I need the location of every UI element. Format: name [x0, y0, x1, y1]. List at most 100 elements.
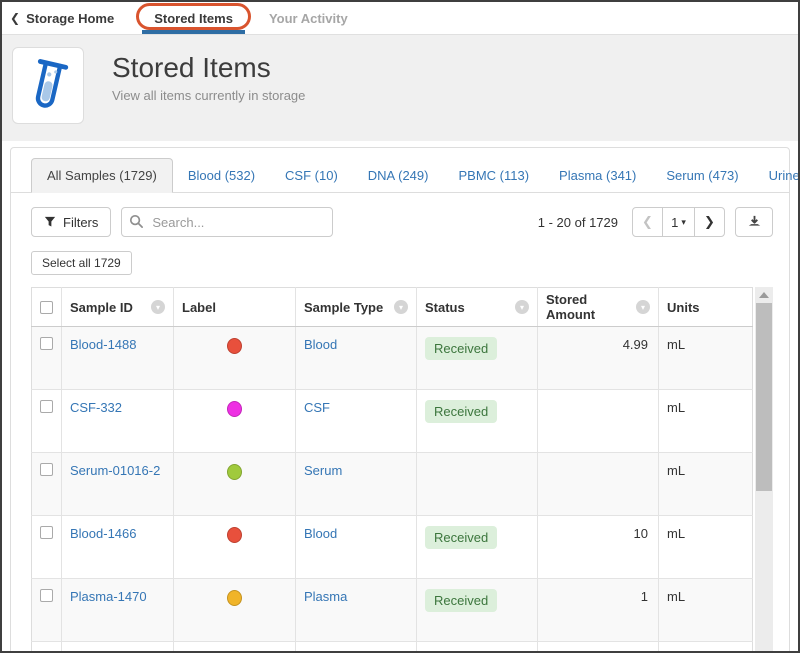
- column-label: Sample Type: [304, 300, 383, 315]
- grid-toolbar: Filters 1 - 20 of 1729 ❮ 1 ▾ ❯: [11, 193, 789, 237]
- scrollbar-thumb[interactable]: [756, 303, 772, 491]
- pagination-info: 1 - 20 of 1729: [538, 215, 618, 230]
- page-select-button[interactable]: 1 ▾: [663, 207, 694, 237]
- table-row: Blood-1488 Blood Received 4.99mL: [32, 327, 753, 390]
- top-navigation: ❮ Storage Home Stored Items Your Activit…: [2, 2, 798, 35]
- row-checkbox[interactable]: [40, 526, 53, 539]
- status-badge: Received: [425, 337, 497, 360]
- pagination-group: ❮ 1 ▾ ❯: [632, 207, 725, 237]
- row-checkbox[interactable]: [40, 589, 53, 602]
- units-value: mL: [659, 453, 753, 516]
- nav-tab-label: Your Activity: [269, 11, 348, 26]
- filters-button[interactable]: Filters: [31, 207, 111, 237]
- nav-tab-your-activity[interactable]: Your Activity: [265, 2, 352, 34]
- column-menu-chevron-icon[interactable]: ▾: [515, 300, 529, 314]
- tab-pbmc-113[interactable]: PBMC (113): [443, 159, 544, 192]
- stored-amount-value: 10: [538, 516, 659, 579]
- units-value: mL: [659, 390, 753, 453]
- active-tab-underline: [142, 30, 245, 34]
- vertical-scrollbar[interactable]: [755, 287, 773, 653]
- prev-page-button[interactable]: ❮: [632, 207, 663, 237]
- next-page-button[interactable]: ❯: [694, 207, 725, 237]
- back-link-label: Storage Home: [26, 11, 114, 26]
- stored-amount-value: 1: [538, 579, 659, 642]
- tab-csf-10[interactable]: CSF (10): [270, 159, 353, 192]
- column-menu-chevron-icon[interactable]: ▾: [394, 300, 408, 314]
- stored-amount-value: 1: [538, 642, 659, 653]
- sample-id-link[interactable]: CSF-332: [70, 400, 122, 415]
- grid-header-row: Sample ID▾LabelSample Type▾Status▾Stored…: [32, 288, 753, 327]
- storage-home-back-link[interactable]: ❮ Storage Home: [10, 2, 114, 34]
- sample-id-link[interactable]: Plasma-1470: [70, 589, 147, 604]
- column-header-sample-id[interactable]: Sample ID ▾: [62, 288, 174, 327]
- select-all-checkbox[interactable]: [40, 301, 53, 314]
- samples-grid: Sample ID▾LabelSample Type▾Status▾Stored…: [31, 287, 773, 653]
- tab-plasma-341[interactable]: Plasma (341): [544, 159, 651, 192]
- table-row: CSF-332CSFReceivedmL: [32, 390, 753, 453]
- column-label: Units: [667, 300, 700, 315]
- column-header-sample-type[interactable]: Sample Type ▾: [296, 288, 417, 327]
- label-color-dot: [227, 401, 242, 417]
- chevron-left-icon: ❮: [10, 11, 20, 25]
- units-value: mL: [659, 642, 753, 653]
- sample-type-link[interactable]: Plasma: [304, 589, 347, 604]
- column-menu-chevron-icon[interactable]: ▾: [151, 300, 165, 314]
- column-label: Sample ID: [70, 300, 133, 315]
- table-row: Plasma-1470 Plasma Received 1mL: [32, 579, 753, 642]
- app-window: ❮ Storage Home Stored Items Your Activit…: [0, 0, 800, 653]
- status-badge: Received: [425, 589, 497, 612]
- column-header-label: Label: [174, 288, 296, 327]
- select-all-button[interactable]: Select all 1729: [31, 251, 132, 275]
- label-color-dot: [227, 464, 242, 480]
- status-badge: Received: [425, 526, 497, 549]
- label-color-dot: [227, 527, 242, 543]
- units-value: mL: [659, 327, 753, 390]
- sample-type-link[interactable]: Blood: [304, 526, 337, 541]
- nav-tab-label: Stored Items: [154, 11, 233, 26]
- column-header-status[interactable]: Status ▾: [417, 288, 538, 327]
- page-header: Stored Items View all items currently in…: [2, 35, 798, 141]
- page-subtitle: View all items currently in storage: [112, 88, 305, 103]
- tab-urine-11[interactable]: Urine (11): [754, 159, 800, 192]
- filters-button-label: Filters: [63, 215, 98, 230]
- column-header-stored-amount[interactable]: Stored Amount▾: [538, 288, 659, 327]
- column-header-units: Units: [659, 288, 753, 327]
- export-download-button[interactable]: [735, 207, 773, 237]
- filter-funnel-icon: [44, 216, 56, 228]
- sample-type-link[interactable]: CSF: [304, 400, 330, 415]
- stored-amount-value: [538, 453, 659, 516]
- sample-id-link[interactable]: Blood-1466: [70, 526, 137, 541]
- label-color-dot: [227, 338, 242, 354]
- scrollbar-up-arrow-icon[interactable]: [759, 292, 769, 298]
- tab-dna-249[interactable]: DNA (249): [353, 159, 444, 192]
- row-checkbox[interactable]: [40, 400, 53, 413]
- search-input[interactable]: [121, 207, 333, 237]
- tab-all-samples-1729[interactable]: All Samples (1729): [31, 158, 173, 193]
- tab-serum-473[interactable]: Serum (473): [651, 159, 753, 192]
- table-row: Blood-1466 Blood Received 10mL: [32, 516, 753, 579]
- download-icon: [747, 215, 762, 229]
- row-checkbox[interactable]: [40, 337, 53, 350]
- column-label: Label: [182, 300, 216, 315]
- caret-down-icon: ▾: [681, 217, 686, 228]
- sample-id-link[interactable]: Blood-1488: [70, 337, 137, 352]
- units-value: mL: [659, 579, 753, 642]
- units-value: mL: [659, 516, 753, 579]
- test-tube-icon: [12, 47, 84, 124]
- sample-tabs: All Samples (1729)Blood (532)CSF (10)DNA…: [11, 148, 789, 193]
- column-menu-chevron-icon[interactable]: ▾: [636, 300, 650, 314]
- column-label: Status: [425, 300, 465, 315]
- sample-id-link[interactable]: Serum-01016-2: [70, 463, 160, 478]
- sample-type-link[interactable]: Serum: [304, 463, 342, 478]
- tab-blood-532[interactable]: Blood (532): [173, 159, 270, 192]
- current-page-number: 1: [671, 215, 678, 230]
- row-checkbox[interactable]: [40, 463, 53, 476]
- nav-tab-stored-items[interactable]: Stored Items: [150, 2, 237, 34]
- stored-amount-value: 4.99: [538, 327, 659, 390]
- stored-amount-value: [538, 390, 659, 453]
- label-color-dot: [227, 590, 242, 606]
- column-label: Stored Amount: [546, 292, 636, 322]
- samples-panel: All Samples (1729)Blood (532)CSF (10)DNA…: [10, 147, 790, 653]
- table-row: Plasma-1437PlasmaReceived1mL: [32, 642, 753, 653]
- sample-type-link[interactable]: Blood: [304, 337, 337, 352]
